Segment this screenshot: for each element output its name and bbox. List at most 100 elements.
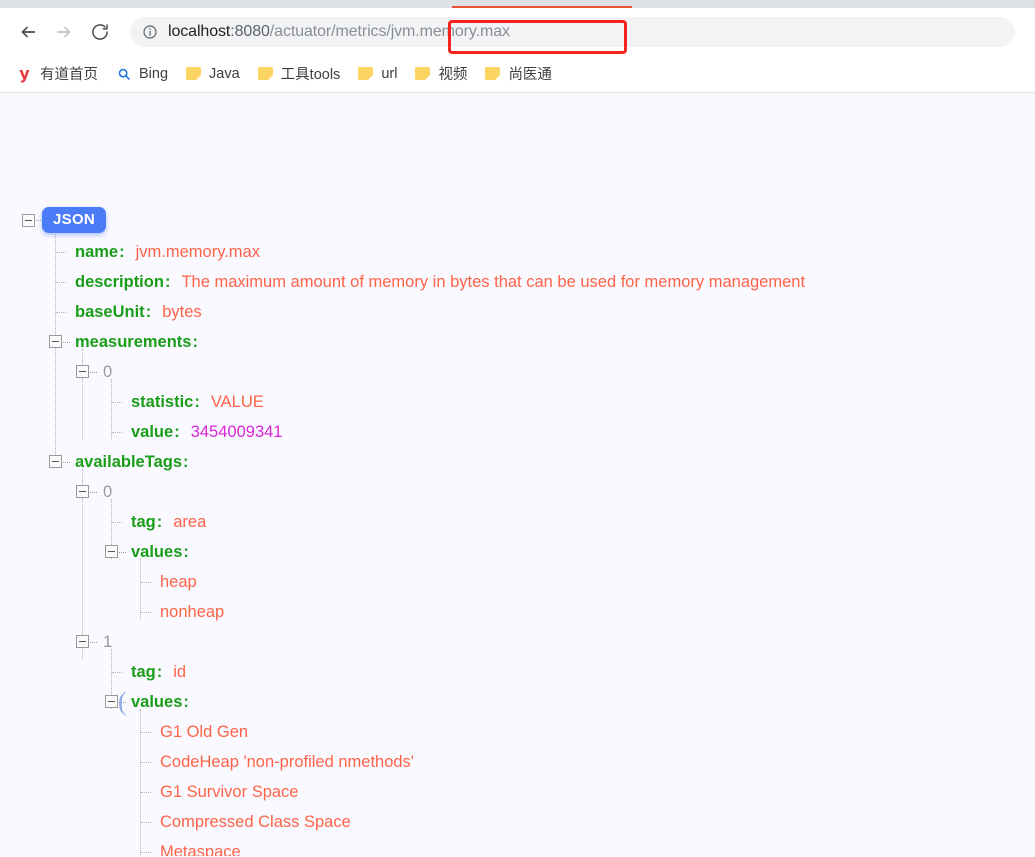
- json-row-tag[interactable]: tag : id: [131, 657, 186, 687]
- tree-connector: [63, 462, 70, 464]
- folder-icon: [484, 65, 501, 82]
- json-row-value[interactable]: value : 3454009341: [131, 417, 282, 447]
- tree-connector: [112, 432, 122, 434]
- bookmark-folder-video[interactable]: 视频: [412, 61, 475, 87]
- root-expander-toggle[interactable]: [22, 214, 35, 227]
- array-index-label: 0: [103, 362, 113, 381]
- forward-button[interactable]: [46, 14, 82, 50]
- json-row-leaf[interactable]: Metaspace: [160, 837, 241, 857]
- arrow-right-icon: [53, 21, 75, 43]
- json-row-array-index[interactable]: 0: [103, 357, 112, 387]
- availabletags-index-0-toggle[interactable]: [76, 485, 89, 498]
- tag1-values-expander-toggle[interactable]: [105, 695, 118, 708]
- measurements-index-0-toggle[interactable]: [76, 365, 89, 378]
- json-key: availableTags: [75, 452, 183, 471]
- json-row-array-index[interactable]: 0: [103, 477, 112, 507]
- tree-connector: [141, 792, 151, 794]
- search-icon: [115, 65, 132, 82]
- info-circle-icon[interactable]: [142, 24, 158, 40]
- bookmark-label: Bing: [139, 65, 169, 82]
- json-key: statistic: [131, 392, 194, 411]
- address-bar-url: localhost:8080/actuator/metrics/jvm.memo…: [168, 17, 510, 47]
- json-row-leaf[interactable]: nonheap: [160, 597, 224, 627]
- measurements-expander-toggle[interactable]: [49, 335, 62, 348]
- reload-icon: [90, 22, 110, 42]
- bookmarks-bar: y 有道首页 Bing Java 工具tools url 视频 尚医通: [0, 55, 1035, 93]
- json-value: area: [173, 512, 207, 531]
- json-colon: :: [192, 332, 198, 351]
- json-row-leaf[interactable]: heap: [160, 567, 197, 597]
- json-leaf-value: G1 Old Gen: [160, 722, 249, 741]
- json-row-leaf[interactable]: G1 Survivor Space: [160, 777, 298, 807]
- json-row-leaf[interactable]: G1 Old Gen: [160, 717, 248, 747]
- json-row-array-index[interactable]: 1: [103, 627, 112, 657]
- tree-connector: [63, 342, 70, 344]
- json-row-values[interactable]: values :: [131, 687, 189, 717]
- json-key: values: [131, 692, 183, 711]
- tree-guide-line: [140, 559, 141, 619]
- reload-button[interactable]: [82, 14, 118, 50]
- bookmark-youdao[interactable]: y 有道首页: [14, 61, 106, 87]
- availabletags-expander-toggle[interactable]: [49, 455, 62, 468]
- json-row-leaf[interactable]: Compressed Class Space: [160, 807, 351, 837]
- bookmark-folder-shangyitong[interactable]: 尚医通: [482, 61, 560, 87]
- bookmark-label: 视频: [438, 67, 468, 83]
- json-colon: :: [145, 302, 152, 321]
- json-key: measurements: [75, 332, 192, 351]
- array-index-label: 1: [103, 632, 113, 651]
- folder-icon: [185, 65, 202, 82]
- tree-connector: [119, 552, 126, 554]
- bookmark-label: url: [381, 65, 398, 82]
- tree-connector: [90, 642, 97, 644]
- json-colon: :: [194, 392, 200, 411]
- json-key: name: [75, 242, 119, 261]
- json-row-leaf[interactable]: CodeHeap 'non-profiled nmethods': [160, 747, 414, 777]
- tab-strip: [0, 0, 1035, 8]
- browser-toolbar: localhost:8080/actuator/metrics/jvm.memo…: [0, 8, 1035, 55]
- json-leaf-value: CodeHeap 'non-profiled nmethods': [160, 752, 414, 771]
- json-row-description[interactable]: description : The maximum amount of memo…: [75, 267, 805, 297]
- tree-connector: [112, 672, 122, 674]
- json-row-tag[interactable]: tag : area: [131, 507, 206, 537]
- json-value: bytes: [162, 302, 202, 321]
- json-row-values[interactable]: values :: [131, 537, 189, 567]
- availabletags-index-1-toggle[interactable]: [76, 635, 89, 648]
- back-button[interactable]: [10, 14, 46, 50]
- json-key: baseUnit: [75, 302, 145, 321]
- json-row-measurements[interactable]: measurements :: [75, 327, 198, 357]
- tree-connector: [141, 582, 151, 584]
- json-row-name[interactable]: name : jvm.memory.max: [75, 237, 260, 267]
- json-key: description: [75, 272, 164, 291]
- tree-guide-line: [111, 379, 112, 439]
- bookmark-bing[interactable]: Bing: [113, 61, 176, 87]
- tree-connector: [141, 822, 151, 824]
- folder-icon: [257, 65, 274, 82]
- tree-connector: [112, 522, 122, 524]
- folder-icon: [414, 65, 431, 82]
- json-key: tag: [131, 662, 156, 681]
- json-colon: :: [183, 692, 189, 711]
- json-row-baseunit[interactable]: baseUnit : bytes: [75, 297, 202, 327]
- bookmark-folder-url[interactable]: url: [355, 61, 405, 87]
- address-bar[interactable]: localhost:8080/actuator/metrics/jvm.memo…: [130, 16, 1015, 47]
- tree-connector: [56, 312, 66, 314]
- json-colon: :: [156, 662, 163, 681]
- url-path: /actuator/metrics/: [269, 22, 391, 40]
- url-host: localhost: [168, 22, 231, 40]
- bookmark-label: 工具tools: [280, 67, 341, 83]
- folder-icon: [357, 65, 374, 82]
- json-row-statistic[interactable]: statistic : VALUE: [131, 387, 264, 417]
- json-value: jvm.memory.max: [135, 242, 260, 261]
- tree-connector: [141, 732, 151, 734]
- url-port: :8080: [230, 22, 270, 40]
- bookmark-folder-java[interactable]: Java: [183, 61, 248, 87]
- bookmark-label: 有道首页: [40, 67, 98, 83]
- json-leaf-value: Metaspace: [160, 842, 241, 857]
- text-cursor-marker: (: [118, 687, 127, 716]
- json-colon: :: [174, 422, 180, 441]
- json-leaf-value: Compressed Class Space: [160, 812, 351, 831]
- bookmark-folder-tools[interactable]: 工具tools: [255, 61, 349, 87]
- json-colon: :: [183, 452, 189, 471]
- tag0-values-expander-toggle[interactable]: [105, 545, 118, 558]
- json-row-availabletags[interactable]: availableTags :: [75, 447, 189, 477]
